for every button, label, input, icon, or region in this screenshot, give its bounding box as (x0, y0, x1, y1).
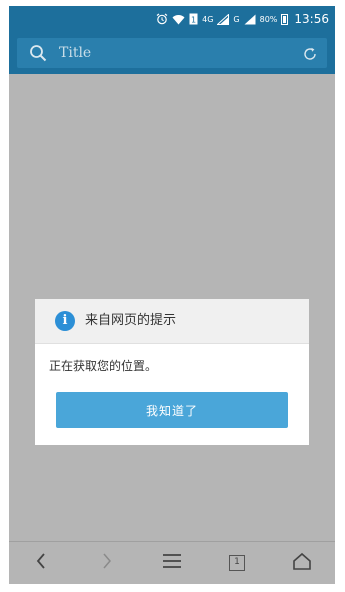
page-title: Title (59, 45, 92, 61)
battery-percent: 80% (259, 14, 278, 24)
secondary-network-label: G (233, 14, 240, 24)
tabs-button[interactable]: 1 (217, 542, 257, 584)
battery-icon (281, 13, 289, 25)
sim-icon: 1 (189, 13, 198, 25)
bottom-navigation-bar: 1 (9, 541, 335, 584)
svg-text:1: 1 (191, 16, 196, 25)
chevron-left-icon (35, 552, 47, 574)
status-bar: 1 4G G 80% 13:56 (9, 6, 335, 32)
page-content-overlay: i 来自网页的提示 正在获取您的位置。 我知道了 (9, 74, 335, 544)
chevron-right-icon (101, 552, 113, 574)
phone-screen: 1 4G G 80% 13:56 Title i 来自网页的提示 正在获取您的位… (9, 6, 335, 584)
cellular-signal-icon (217, 13, 230, 25)
dialog-message: 正在获取您的位置。 (49, 359, 158, 373)
home-button[interactable] (282, 542, 322, 584)
cellular-signal-2-icon (244, 14, 256, 25)
clock-time: 13:56 (294, 12, 329, 26)
info-icon: i (55, 311, 75, 331)
dialog-header: i 来自网页的提示 (35, 299, 309, 344)
forward-button[interactable] (87, 542, 127, 584)
network-type-label: 4G (202, 14, 214, 24)
alert-dialog: i 来自网页的提示 正在获取您的位置。 我知道了 (35, 299, 309, 445)
menu-button[interactable] (152, 542, 192, 584)
ok-button[interactable]: 我知道了 (56, 392, 288, 428)
address-bar[interactable]: Title (17, 38, 327, 68)
wifi-icon (172, 14, 185, 25)
dialog-title: 来自网页的提示 (85, 313, 177, 328)
refresh-icon[interactable] (303, 46, 317, 65)
alarm-icon (156, 13, 168, 25)
back-button[interactable] (21, 542, 61, 584)
browser-toolbar: Title (9, 32, 335, 74)
hamburger-menu-icon (162, 553, 182, 573)
search-icon (29, 44, 47, 66)
tab-count-badge: 1 (229, 555, 245, 571)
home-icon (292, 552, 312, 574)
